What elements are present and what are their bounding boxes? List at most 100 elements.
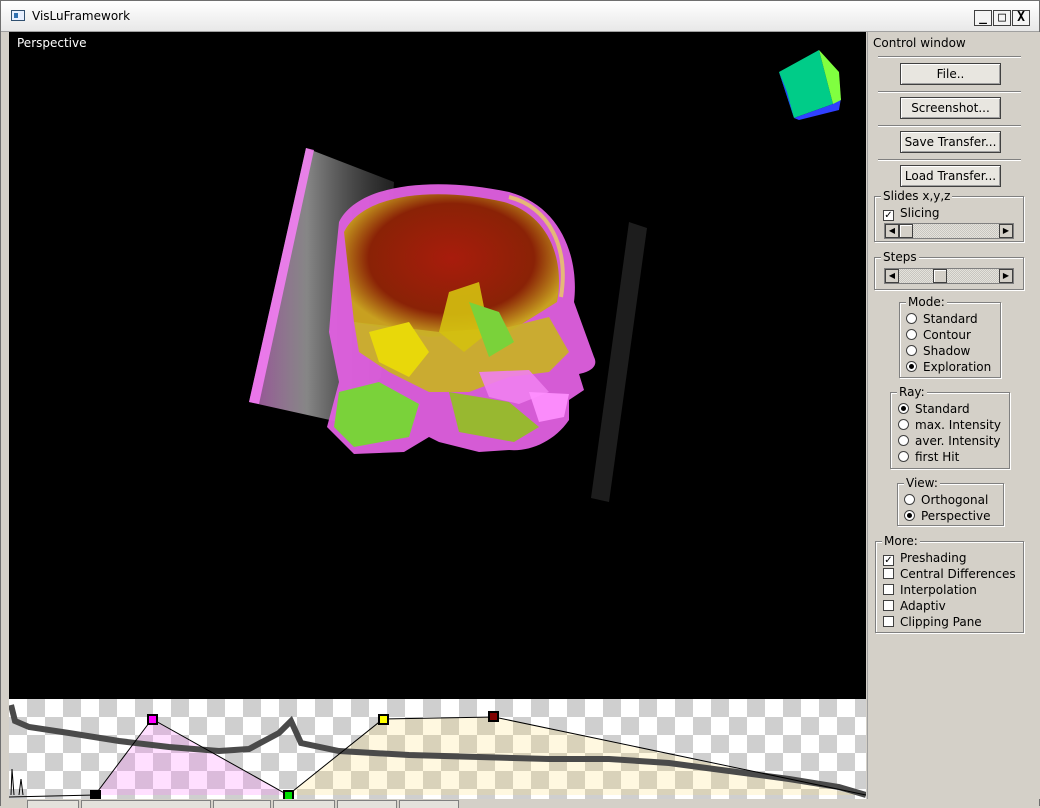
more-group: More: ✓ Preshading Central Differences In…: [875, 534, 1024, 633]
radio-selected-icon: [904, 510, 915, 521]
view-group: View: Orthogonal Perspective: [897, 476, 1004, 526]
more-option-label: Clipping Pane: [900, 615, 982, 629]
more-option-label: Central Differences: [900, 567, 1016, 581]
minimize-button[interactable]: _: [974, 10, 992, 26]
steps-slider[interactable]: ◀ ▶: [884, 268, 1014, 284]
transfer-function-editor[interactable]: [9, 699, 866, 799]
check-icon: ✓: [883, 555, 894, 566]
ray-standard-radio[interactable]: Standard: [898, 402, 970, 416]
ray-first-hit-radio[interactable]: first Hit: [898, 450, 959, 464]
view-option-label: Perspective: [921, 509, 991, 523]
mode-option-label: Shadow: [923, 344, 971, 358]
mode-contour-radio[interactable]: Contour: [906, 328, 971, 342]
bottom-tab[interactable]: [337, 800, 397, 808]
checkbox-icon: [883, 584, 894, 595]
bottom-tab[interactable]: [27, 800, 79, 808]
separator: [878, 56, 1021, 58]
close-button[interactable]: X: [1012, 10, 1030, 26]
bottom-tab[interactable]: [399, 800, 459, 808]
slides-slider[interactable]: ◀ ▶: [884, 223, 1014, 239]
title-bar[interactable]: VisLuFramework _ □ X: [1, 1, 1039, 32]
bottom-tab[interactable]: [213, 800, 271, 808]
slicing-label: Slicing: [900, 206, 940, 220]
control-window-title: Control window: [873, 36, 966, 50]
control-point-darkred[interactable]: [488, 711, 499, 722]
slider-left-arrow-icon[interactable]: ◀: [885, 224, 899, 238]
load-transfer-button[interactable]: Load Transfer...: [900, 165, 1001, 187]
bottom-tab[interactable]: [81, 800, 211, 808]
slicing-check-icon: ✓: [883, 210, 894, 221]
slider-thumb[interactable]: [899, 224, 913, 238]
head-volume: [327, 184, 596, 454]
slider-thumb[interactable]: [933, 269, 947, 283]
slider-right-arrow-icon[interactable]: ▶: [999, 269, 1013, 283]
more-group-title: More:: [882, 534, 920, 548]
bottom-tab[interactable]: [273, 800, 335, 808]
ray-max-intensity-radio[interactable]: max. Intensity: [898, 418, 1001, 432]
mode-shadow-radio[interactable]: Shadow: [906, 344, 970, 358]
ray-option-label: max. Intensity: [915, 418, 1002, 432]
render-viewport[interactable]: Perspective: [9, 32, 866, 699]
checkbox-icon: [883, 568, 894, 579]
orientation-cube: [779, 50, 841, 120]
view-perspective-radio[interactable]: Perspective: [904, 509, 991, 523]
more-option-label: Preshading: [900, 551, 967, 565]
radio-icon: [906, 329, 917, 340]
radio-icon: [904, 494, 915, 505]
mode-standard-radio[interactable]: Standard: [906, 312, 978, 326]
checkbox-icon: [883, 600, 894, 611]
radio-selected-icon: [898, 403, 909, 414]
mode-option-label: Contour: [923, 328, 971, 342]
mode-option-label: Standard: [923, 312, 978, 326]
radio-icon: [906, 313, 917, 324]
clipping-pane-checkbox[interactable]: Clipping Pane: [883, 615, 982, 629]
volume-rendering: [249, 50, 841, 502]
more-option-label: Interpolation: [900, 583, 977, 597]
app-icon: [11, 10, 25, 21]
slides-group: Slides x,y,z ✓ Slicing ◀ ▶: [874, 189, 1024, 242]
control-panel: Control window File.. Screenshot... Save…: [867, 32, 1040, 799]
ray-option-label: Standard: [915, 402, 970, 416]
separator: [878, 159, 1021, 161]
radio-icon: [898, 435, 909, 446]
separator: [878, 125, 1021, 127]
mode-group-title: Mode:: [906, 295, 947, 309]
radio-selected-icon: [906, 361, 917, 372]
maximize-button[interactable]: □: [993, 10, 1011, 26]
app-window: VisLuFramework _ □ X Perspective Control…: [0, 0, 1040, 808]
view-orthogonal-radio[interactable]: Orthogonal: [904, 493, 988, 507]
radio-icon: [906, 345, 917, 356]
save-transfer-button[interactable]: Save Transfer...: [900, 131, 1001, 153]
adaptiv-checkbox[interactable]: Adaptiv: [883, 599, 946, 613]
view-option-label: Orthogonal: [921, 493, 989, 507]
separator: [878, 91, 1021, 93]
file-button[interactable]: File..: [900, 63, 1001, 85]
steps-group: Steps ◀ ▶: [874, 250, 1024, 290]
slider-left-arrow-icon[interactable]: ◀: [885, 269, 899, 283]
ray-group-title: Ray:: [897, 385, 927, 399]
control-point-green[interactable]: [283, 790, 294, 799]
steps-group-title: Steps: [881, 250, 919, 264]
interpolation-checkbox[interactable]: Interpolation: [883, 583, 977, 597]
control-point-black[interactable]: [90, 790, 101, 799]
ray-aver-intensity-radio[interactable]: aver. Intensity: [898, 434, 1001, 448]
more-option-label: Adaptiv: [900, 599, 946, 613]
central-differences-checkbox[interactable]: Central Differences: [883, 567, 1016, 581]
slider-right-arrow-icon[interactable]: ▶: [999, 224, 1013, 238]
ray-option-label: first Hit: [915, 450, 960, 464]
checkbox-icon: [883, 616, 894, 627]
mode-option-label: Exploration: [923, 360, 992, 374]
histogram-canvas: [9, 704, 866, 799]
mode-exploration-radio[interactable]: Exploration: [906, 360, 991, 374]
control-point-magenta[interactable]: [147, 714, 158, 725]
view-group-title: View:: [904, 476, 940, 490]
mode-group: Mode: Standard Contour Shadow Exploratio…: [899, 295, 1001, 378]
screenshot-button[interactable]: Screenshot...: [900, 97, 1001, 119]
slicing-checkbox[interactable]: ✓ Slicing: [883, 206, 939, 221]
ray-group: Ray: Standard max. Intensity aver. Inten…: [890, 385, 1010, 469]
control-point-yellow[interactable]: [378, 714, 389, 725]
preshading-checkbox[interactable]: ✓ Preshading: [883, 551, 966, 566]
radio-icon: [898, 419, 909, 430]
window-title: VisLuFramework: [32, 9, 131, 23]
slides-group-title: Slides x,y,z: [881, 189, 953, 203]
